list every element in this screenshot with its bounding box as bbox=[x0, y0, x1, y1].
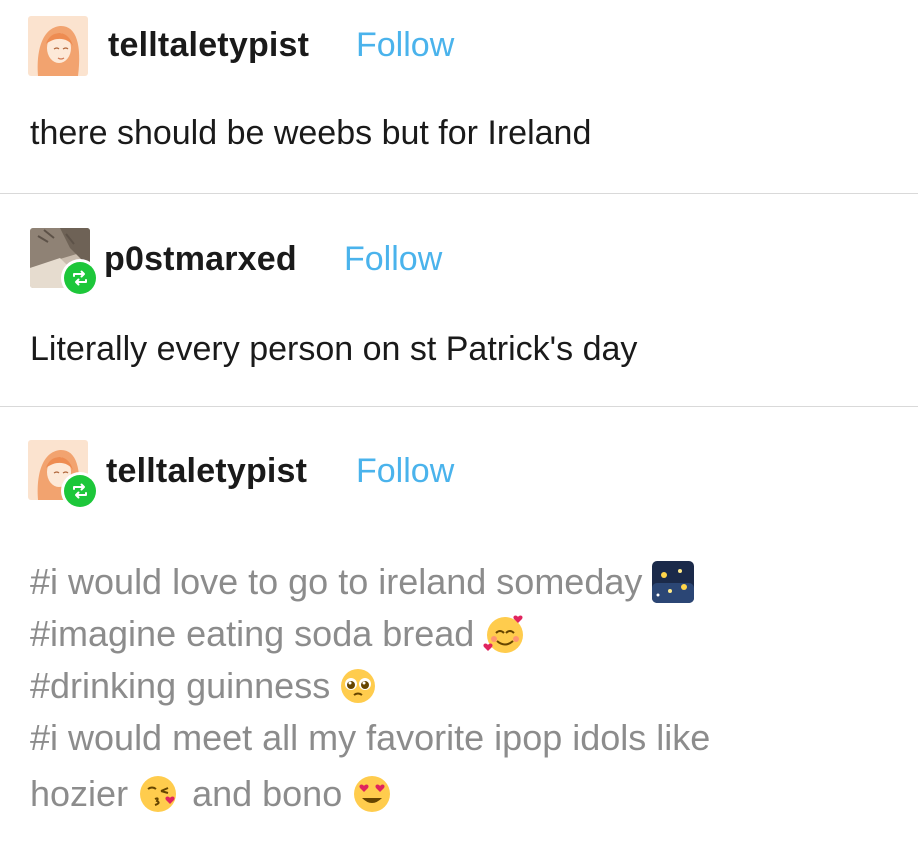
post-text: Literally every person on st Patrick's d… bbox=[30, 330, 638, 368]
tag[interactable]: #i would love to go to ireland someday bbox=[30, 556, 710, 608]
post-tags: #i would love to go to ireland someday #… bbox=[30, 556, 710, 824]
reblog-icon bbox=[73, 483, 87, 499]
tag-text[interactable]: #i would meet all my favorite ipop idols… bbox=[30, 717, 710, 759]
tag-continuation[interactable]: hozier and bono bbox=[30, 764, 710, 824]
follow-button[interactable]: Follow bbox=[356, 26, 454, 65]
reblog-icon bbox=[73, 270, 87, 286]
tag-text[interactable]: #drinking guinness bbox=[30, 665, 330, 707]
tag-text[interactable]: #imagine eating soda bread bbox=[30, 613, 474, 655]
heart-eyes-emoji bbox=[350, 772, 394, 816]
tag-text[interactable]: #i would love to go to ireland someday bbox=[30, 561, 642, 603]
tag-text[interactable]: and bono bbox=[192, 773, 342, 815]
post-text: there should be weebs but for Ireland bbox=[30, 114, 592, 152]
reblog-badge bbox=[61, 259, 99, 297]
post-username[interactable]: telltaletypist bbox=[108, 26, 309, 65]
pleading-face-emoji bbox=[338, 666, 378, 706]
tag-text[interactable]: hozier bbox=[30, 773, 128, 815]
night-sky-emoji bbox=[650, 559, 696, 605]
avatar[interactable] bbox=[28, 16, 88, 76]
smiling-face-with-hearts-emoji bbox=[482, 611, 528, 657]
post-divider bbox=[0, 406, 918, 407]
tag[interactable]: #i would meet all my favorite ipop idols… bbox=[30, 712, 710, 764]
post-username[interactable]: telltaletypist bbox=[106, 452, 307, 491]
follow-button[interactable]: Follow bbox=[356, 452, 454, 491]
reblog-badge bbox=[61, 472, 99, 510]
avatar-portrait-icon bbox=[28, 16, 88, 76]
tag[interactable]: #imagine eating soda bread bbox=[30, 608, 710, 660]
follow-button[interactable]: Follow bbox=[344, 240, 442, 279]
kissing-face-emoji bbox=[136, 772, 180, 816]
tag[interactable]: #drinking guinness bbox=[30, 660, 710, 712]
post-divider bbox=[0, 193, 918, 194]
post-username[interactable]: p0stmarxed bbox=[104, 240, 297, 279]
dashboard-feed: telltaletypist Follow there should be we… bbox=[0, 0, 918, 858]
